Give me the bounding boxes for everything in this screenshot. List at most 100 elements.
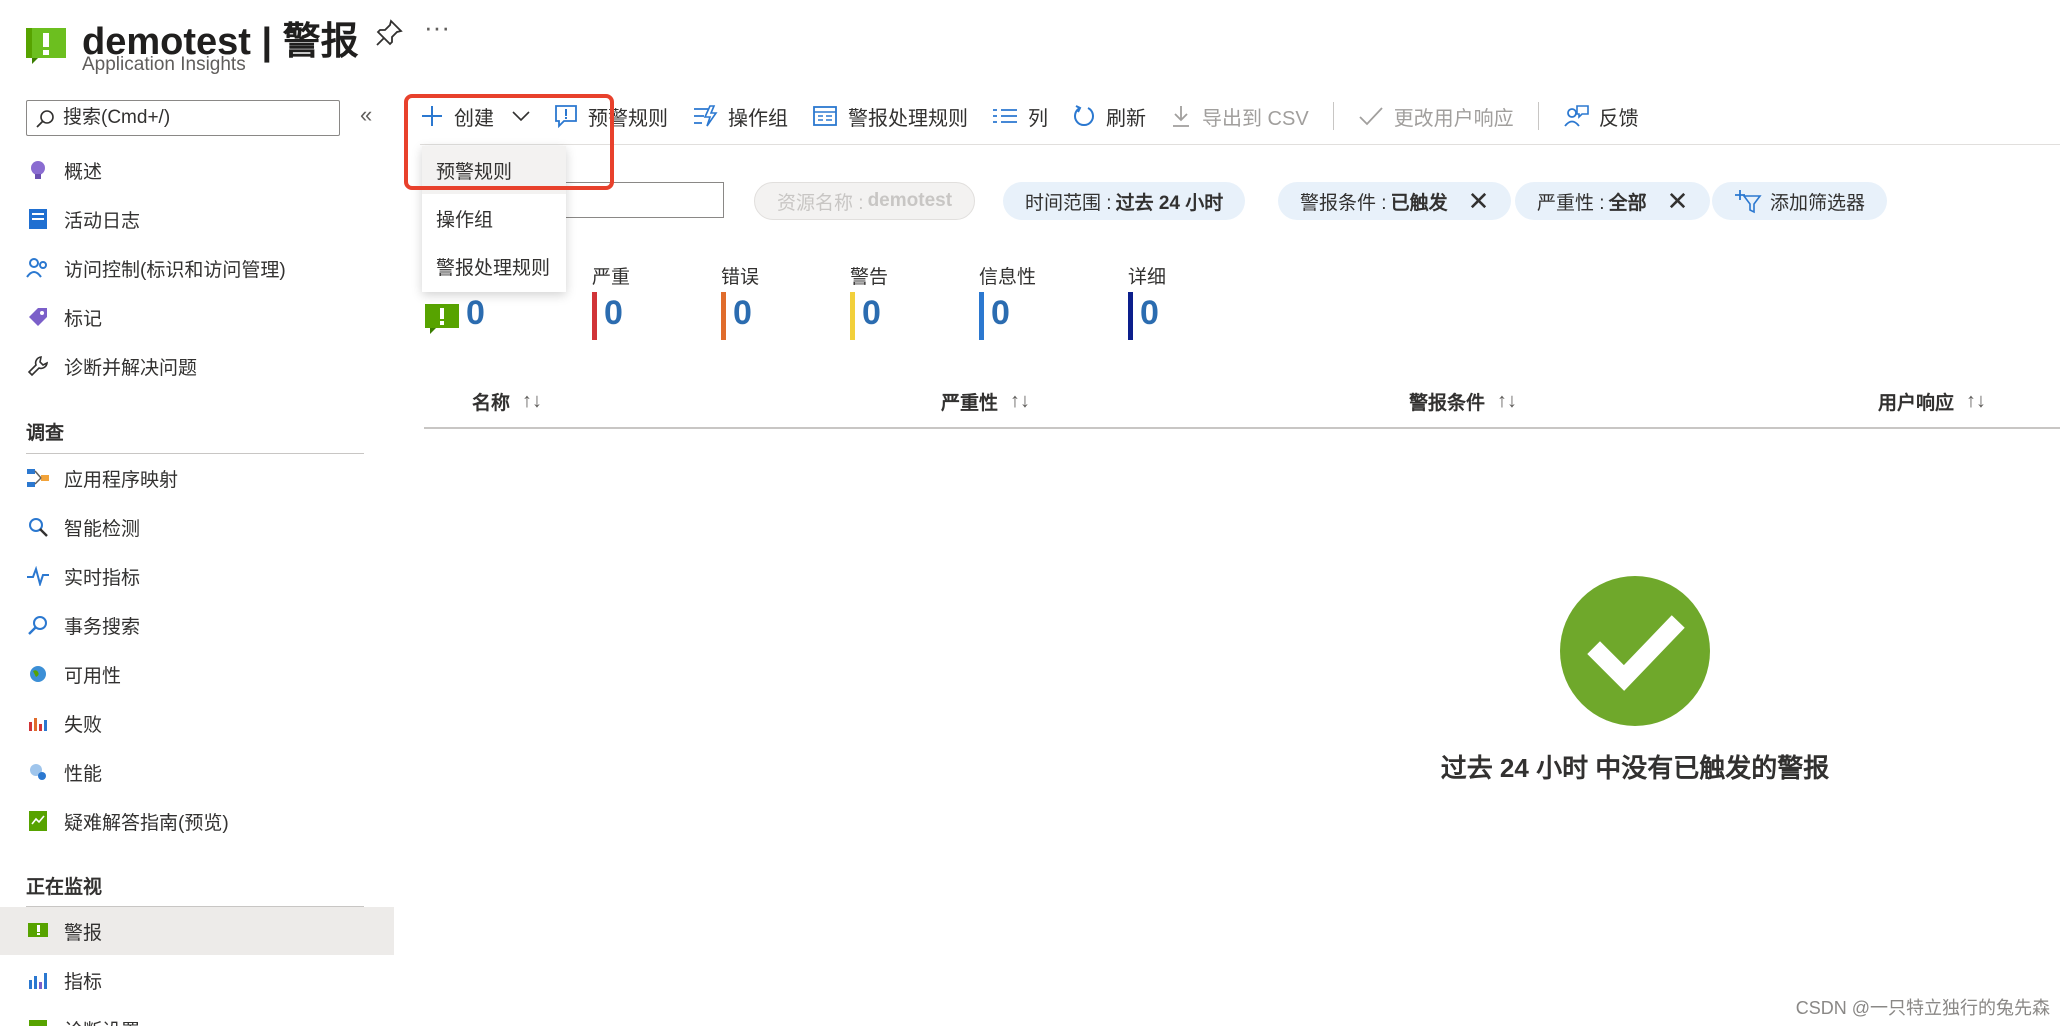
processing-rule-icon [813,106,837,126]
more-options-icon[interactable]: ··· [424,12,450,43]
sidebar-search[interactable] [26,100,340,136]
change-user-response-button[interactable]: 更改用户响应 [1358,102,1514,131]
sidebar-item-label: 性能 [64,763,103,785]
toolbar-divider [1537,102,1539,130]
feedback-button[interactable]: 反馈 [1563,102,1639,131]
severity-critical[interactable]: 严重 0 [592,262,630,340]
people-icon [26,256,50,280]
pulse-icon [26,564,50,588]
severity-count: 0 [1140,294,1159,332]
sidebar-item-availability[interactable]: 可用性 [0,650,394,698]
sidebar-item-metrics[interactable]: 指标 [0,956,394,1004]
column-header-label: 警报条件 [1409,393,1486,414]
diagnostic-settings-icon [26,1017,50,1026]
sidebar-item-failures[interactable]: 失败 [0,699,394,747]
filter-pill-alert-condition[interactable]: 警报条件 : 已触发 ✕ [1278,182,1512,220]
columns-label: 列 [1028,107,1048,130]
menu-item-processing-rule[interactable]: 警报处理规则 [422,242,566,290]
filter-resource-label: 资源名称 : [777,192,864,214]
sidebar-item-troubleshooting-guides[interactable]: 疑难解答指南(预览) [0,797,394,845]
column-header-name[interactable]: 名称 ↑↓ [472,388,542,415]
sort-icon[interactable]: ↑↓ [1497,390,1517,413]
toolbar-divider-line [420,144,2060,145]
activity-log-icon [26,207,50,231]
tag-icon [26,305,50,329]
feedback-label: 反馈 [1598,107,1639,130]
sidebar-item-activity-log[interactable]: 活动日志 [0,195,394,243]
export-csv-button[interactable]: 导出到 CSV [1170,102,1309,131]
processing-rules-label: 警报处理规则 [848,107,968,130]
filter-pill-resource: 资源名称 : demotest [754,182,976,220]
failures-chart-icon [26,711,50,735]
export-csv-label: 导出到 CSV [1202,107,1309,130]
refresh-button[interactable]: 刷新 [1072,102,1146,131]
search-icon [26,613,50,637]
sidebar-item-label: 指标 [64,971,103,993]
filter-time-value: 过去 24 小时 [1115,192,1224,214]
remove-filter-icon[interactable]: ✕ [1667,186,1689,217]
sort-icon[interactable]: ↑↓ [1966,390,1986,413]
severity-count: 0 [466,294,485,332]
collapse-sidebar-icon[interactable]: « [360,102,372,128]
alert-icon [26,919,50,943]
search-icon [36,110,54,128]
sidebar-item-label: 诊断并解决问题 [64,357,198,379]
wrench-icon [26,354,50,378]
severity-color-bar [1128,292,1133,340]
severity-informational[interactable]: 信息性 0 [979,262,1036,340]
add-filter-button[interactable]: 添加筛选器 [1712,182,1888,220]
sidebar-item-smart-detection[interactable]: 智能检测 [0,503,394,551]
pin-icon[interactable] [374,18,404,48]
alert-resource-icon [26,28,66,64]
sort-icon[interactable]: ↑↓ [522,390,542,413]
sidebar-item-label: 可用性 [64,665,122,687]
filter-severity-value: 全部 [1608,192,1647,214]
severity-warning[interactable]: 警告 0 [850,262,889,340]
processing-rules-button[interactable]: 警报处理规则 [812,102,968,131]
filter-resource-value: demotest [867,190,953,211]
filter-condition-value: 已触发 [1390,192,1448,214]
sort-icon[interactable]: ↑↓ [1010,390,1030,413]
download-icon [1173,106,1189,127]
performance-icon [26,760,50,784]
refresh-icon [1074,105,1094,127]
guide-book-icon [26,809,50,833]
add-filter-icon [1735,190,1762,214]
sidebar-item-app-map[interactable]: 应用程序映射 [0,454,394,502]
watermark: CSDN @一只特立独行的兔先森 [1795,998,2050,1018]
sidebar-item-performance[interactable]: 性能 [0,748,394,796]
filter-pill-severity[interactable]: 严重性 : 全部 ✕ [1515,182,1711,220]
remove-filter-icon[interactable]: ✕ [1468,186,1490,217]
sidebar-item-diagnostic-settings[interactable]: 诊断设置 [0,1005,394,1026]
section-heading-investigate: 调查 [26,423,65,444]
empty-state-message: 过去 24 小时 中没有已触发的警报 [1440,753,1830,783]
filter-pill-time-range[interactable]: 时间范围 : 过去 24 小时 [1003,182,1246,220]
sidebar-item-tags[interactable]: 标记 [0,293,394,341]
severity-verbose[interactable]: 详细 0 [1128,262,1166,340]
sidebar-item-label: 访问控制(标识和访问管理) [64,259,286,281]
page-subtitle: Application Insights [82,54,246,75]
column-header-alert-condition[interactable]: 警报条件 ↑↓ [1409,388,1517,415]
sidebar-item-access-control[interactable]: 访问控制(标识和访问管理) [0,244,394,292]
action-groups-button[interactable]: 操作组 [692,102,788,131]
sidebar-item-label: 活动日志 [64,210,141,232]
change-user-response-label: 更改用户响应 [1393,107,1514,130]
sidebar: « 概述 活动日志 访问控制(标识和访问管理) 标记 诊断并解决问题 调查 [0,92,394,1026]
filter-severity-label: 严重性 : [1537,192,1605,214]
sidebar-search-input[interactable] [63,103,333,133]
severity-error[interactable]: 错误 0 [721,262,759,340]
table-header-divider [424,427,2060,429]
sidebar-item-live-metrics[interactable]: 实时指标 [0,552,394,600]
column-header-label: 用户响应 [1878,393,1955,414]
sidebar-item-transaction-search[interactable]: 事务搜索 [0,601,394,649]
column-header-user-response[interactable]: 用户响应 ↑↓ [1878,388,1986,415]
sidebar-item-diagnose[interactable]: 诊断并解决问题 [0,342,394,390]
app-map-icon [26,466,50,490]
columns-button[interactable]: 列 [992,102,1048,131]
sidebar-item-alerts[interactable]: 警报 [0,907,394,955]
menu-item-action-group[interactable]: 操作组 [422,194,566,242]
sidebar-item-label: 事务搜索 [64,616,141,638]
severity-name: 警告 [850,267,889,288]
sidebar-item-overview[interactable]: 概述 [0,146,394,194]
column-header-severity[interactable]: 严重性 ↑↓ [941,388,1030,415]
